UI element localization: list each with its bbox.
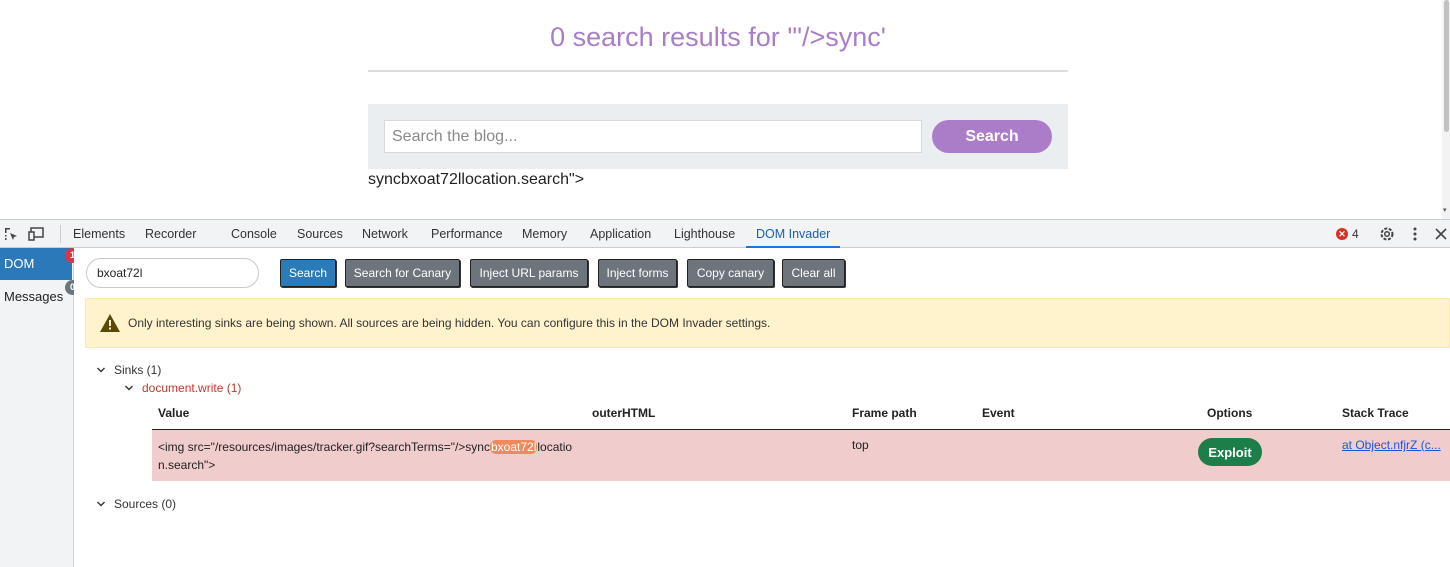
tab-application[interactable]: Application: [590, 220, 651, 248]
table-row: <img src="/resources/images/tracker.gif?…: [152, 430, 1450, 481]
page-scroll-thumb[interactable]: [1444, 0, 1449, 132]
copy-canary-button[interactable]: Copy canary: [687, 259, 774, 287]
devtools-panel: Elements Recorder Console Sources Networ…: [0, 219, 1450, 567]
scroll-down-arrow-icon[interactable]: ▾: [1443, 207, 1449, 215]
sink-filter-warning: Only interesting sinks are being shown. …: [85, 298, 1450, 348]
search-button[interactable]: Search: [280, 259, 336, 287]
sinks-label: Sinks (1): [114, 363, 162, 377]
stack-trace-link[interactable]: at Object.nfjrZ (c...: [1342, 438, 1441, 452]
settings-gear-icon[interactable]: [1378, 225, 1396, 243]
title-divider: [368, 70, 1068, 72]
error-counter[interactable]: ✕ 4: [1336, 227, 1359, 241]
warning-text: Only interesting sinks are being shown. …: [128, 316, 771, 330]
more-options-icon[interactable]: [1406, 225, 1424, 243]
value-suffix: locatio: [537, 440, 573, 454]
blog-search-input[interactable]: [384, 120, 922, 153]
sources-label: Sources (0): [114, 497, 177, 511]
col-header-frame-path: Frame path: [852, 406, 917, 420]
sink-document-write-toggle[interactable]: document.write (1): [124, 381, 241, 395]
canary-search-input[interactable]: bxoat72l: [86, 258, 259, 288]
tab-sources[interactable]: Sources: [297, 220, 343, 248]
device-toolbar-icon[interactable]: [28, 225, 46, 243]
sources-section-toggle[interactable]: Sources (0): [96, 497, 176, 511]
value-prefix: <img src="/resources/images/tracker.gif?…: [158, 440, 490, 454]
error-icon: ✕: [1336, 228, 1348, 240]
tab-dom-invader[interactable]: DOM Invader: [746, 220, 841, 248]
col-header-event: Event: [982, 406, 1015, 420]
dom-invader-sidenav: DOM 1 Messages 0: [0, 248, 80, 567]
col-header-options: Options: [1207, 406, 1253, 420]
frame-path-cell: top: [852, 438, 869, 452]
inject-url-params-button[interactable]: Inject URL params: [470, 259, 588, 287]
sink-name: document.write (1): [142, 381, 242, 395]
chevron-down-icon: [125, 385, 133, 391]
web-page: 0 search results for '"/>sync' Search sy…: [0, 0, 1442, 219]
col-header-value: Value: [158, 406, 190, 420]
results-title: 0 search results for '"/>sync': [550, 22, 886, 52]
reflected-text: syncbxoat72llocation.search">: [368, 171, 585, 188]
tab-lighthouse[interactable]: Lighthouse: [674, 220, 735, 248]
tab-performance[interactable]: Performance: [431, 220, 503, 248]
error-count: 4: [1352, 227, 1359, 241]
chevron-down-icon: [97, 367, 105, 373]
clear-all-button[interactable]: Clear all: [782, 259, 845, 287]
tab-console[interactable]: Console: [231, 220, 277, 248]
devtools-tabbar: Elements Recorder Console Sources Networ…: [0, 220, 1450, 248]
canary-highlight: bxoat72l: [489, 440, 538, 454]
tab-elements[interactable]: Elements: [73, 220, 125, 248]
tab-recorder[interactable]: Recorder: [145, 220, 196, 248]
tab-network[interactable]: Network: [362, 220, 408, 248]
warning-icon: [100, 314, 120, 332]
blog-search-button[interactable]: Search: [932, 120, 1052, 153]
nav-dom[interactable]: DOM: [0, 248, 72, 280]
dom-invader-main: bxoat72l Search Search for Canary Inject…: [74, 248, 1450, 567]
exploit-button[interactable]: Exploit: [1198, 438, 1262, 466]
value-line-2: n.search">: [158, 458, 216, 472]
sinks-section-toggle[interactable]: Sinks (1): [96, 363, 161, 377]
nav-messages[interactable]: Messages: [0, 282, 72, 312]
inspect-element-icon[interactable]: [2, 225, 20, 243]
chevron-down-icon: [97, 501, 105, 507]
col-header-stack-trace: Stack Trace: [1342, 406, 1409, 420]
inject-forms-button[interactable]: Inject forms: [598, 259, 677, 287]
col-header-outerhtml: outerHTML: [592, 406, 656, 420]
tab-memory[interactable]: Memory: [522, 220, 567, 248]
search-canary-button[interactable]: Search for Canary: [345, 259, 460, 287]
close-devtools-icon[interactable]: [1432, 225, 1450, 243]
search-panel: Search: [368, 104, 1068, 169]
toolbar-separator: [60, 225, 61, 243]
sink-value-cell[interactable]: <img src="/resources/images/tracker.gif?…: [158, 438, 588, 474]
